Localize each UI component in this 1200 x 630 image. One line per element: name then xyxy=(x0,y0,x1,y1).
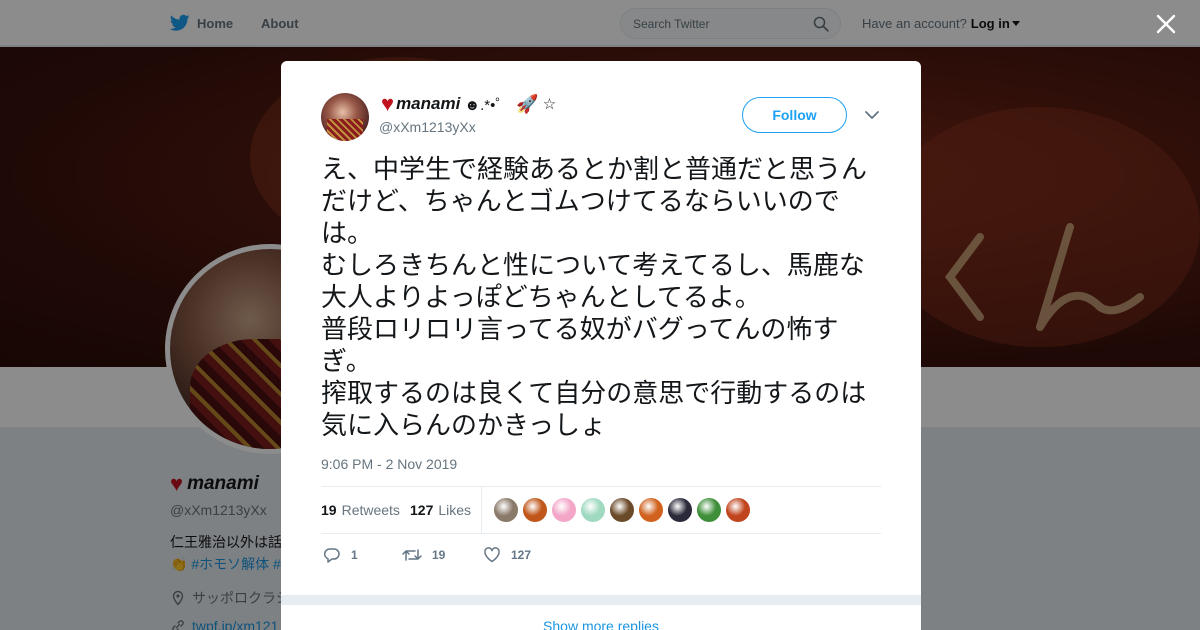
liker-avatar[interactable] xyxy=(581,498,605,522)
replies-separator xyxy=(281,595,921,605)
follow-button[interactable]: Follow xyxy=(742,97,847,133)
tweet-text: え、中学生で経験あるとか割と普通だと思うんだけど、ちゃんとゴムつけてるならいいの… xyxy=(321,155,868,441)
liker-avatar[interactable] xyxy=(610,498,634,522)
tweet-author-name[interactable]: ♥ manami ☻.*•゜ 🚀 ☆ xyxy=(381,91,556,117)
liker-avatar[interactable] xyxy=(494,498,518,522)
retweets-label: Retweets xyxy=(341,502,400,518)
chevron-down-icon[interactable] xyxy=(864,109,880,121)
like-button[interactable]: 127 xyxy=(483,544,531,566)
reply-icon xyxy=(323,548,340,563)
star-emoji-icon: ☆ xyxy=(542,96,557,113)
liker-avatar[interactable] xyxy=(668,498,692,522)
likes-label: Likes xyxy=(438,502,472,518)
avatar-scarf xyxy=(327,119,363,141)
tweet-actions: 1 19 127 xyxy=(321,544,881,566)
liker-avatar[interactable] xyxy=(639,498,663,522)
retweet-button[interactable]: 19 xyxy=(402,544,445,566)
tweet-author-name-text: manami xyxy=(396,94,461,113)
likes-stat[interactable]: 127 Likes xyxy=(410,487,471,533)
likes-count: 127 xyxy=(410,502,434,518)
name-decoration: ☻.*•゜ xyxy=(464,96,511,114)
tweet-author-avatar[interactable] xyxy=(321,93,369,141)
rocket-emoji-icon: 🚀 xyxy=(516,93,539,114)
liker-avatars xyxy=(494,498,755,522)
retweets-stat[interactable]: 19 Retweets xyxy=(321,487,400,533)
heart-icon xyxy=(484,547,500,563)
liker-avatar[interactable] xyxy=(523,498,547,522)
retweet-count: 19 xyxy=(432,548,446,562)
retweets-count: 19 xyxy=(321,502,337,518)
tweet-stats: 19 Retweets 127 Likes xyxy=(321,486,881,534)
heart-emoji-icon: ♥ xyxy=(381,91,395,116)
stats-divider xyxy=(481,487,482,533)
reply-button[interactable]: 1 xyxy=(323,544,358,566)
liker-avatar[interactable] xyxy=(697,498,721,522)
tweet-modal: ♥ manami ☻.*•゜ 🚀 ☆ @xXm1213yXx Follow え、… xyxy=(281,61,921,630)
show-more-replies-link[interactable]: Show more replies xyxy=(281,618,921,630)
liker-avatar[interactable] xyxy=(552,498,576,522)
tweet-timestamp[interactable]: 9:06 PM - 2 Nov 2019 xyxy=(321,456,457,472)
retweet-icon xyxy=(402,549,422,561)
tweet-author-handle[interactable]: @xXm1213yXx xyxy=(379,119,476,135)
close-icon[interactable] xyxy=(1153,11,1179,37)
reply-count: 1 xyxy=(351,548,358,562)
liker-avatar[interactable] xyxy=(726,498,750,522)
like-count: 127 xyxy=(511,548,532,562)
